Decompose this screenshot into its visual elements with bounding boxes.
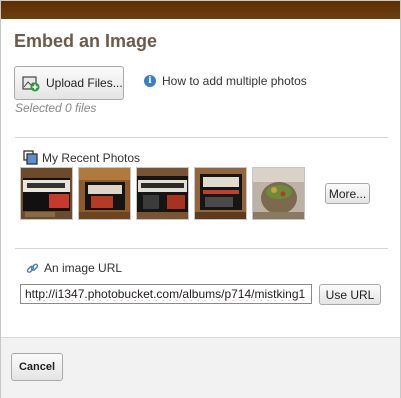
photo-bates-motel-icon: [79, 168, 130, 219]
section-divider: [15, 248, 388, 249]
dialog-title: Embed an Image: [14, 31, 158, 51]
more-photos-button[interactable]: More...: [325, 183, 370, 204]
image-url-input[interactable]: [20, 284, 312, 304]
dialog-top-bar: [1, 1, 400, 19]
image-url-heading: An image URL: [26, 261, 122, 275]
section-divider: [15, 137, 388, 138]
upload-files-button[interactable]: Upload Files...: [14, 66, 124, 100]
embed-image-dialog: Embed an Image Upload Files... i How to …: [0, 0, 401, 398]
recent-photo-thumbnail[interactable]: [78, 167, 131, 220]
use-url-button[interactable]: Use URL: [319, 284, 381, 305]
link-icon: [26, 263, 39, 273]
help-link-label: How to add multiple photos: [162, 74, 307, 88]
upload-photo-icon: [22, 76, 40, 92]
recent-photos-label: My Recent Photos: [42, 150, 141, 165]
upload-files-label: Upload Files...: [46, 76, 123, 90]
recent-photo-thumbnail[interactable]: [194, 167, 247, 220]
cancel-button[interactable]: Cancel: [11, 353, 63, 381]
image-url-label: An image URL: [44, 261, 123, 275]
selected-files-count: Selected 0 files: [15, 101, 97, 115]
photos-stack-icon: [23, 150, 38, 165]
recent-photo-thumbnail[interactable]: [252, 167, 305, 220]
multiple-photos-help-link[interactable]: i How to add multiple photos: [144, 74, 307, 88]
photo-jar-icon: [253, 168, 304, 219]
recent-photos-heading: My Recent Photos: [23, 150, 140, 165]
recent-photos-list: [20, 167, 305, 220]
photo-bates-motel-icon: [195, 168, 246, 219]
photo-bates-motel-icon: [137, 168, 188, 219]
recent-photo-thumbnail[interactable]: [136, 167, 189, 220]
photo-bates-motel-icon: [21, 168, 72, 219]
recent-photo-thumbnail[interactable]: [20, 167, 73, 220]
info-icon: i: [144, 75, 156, 87]
